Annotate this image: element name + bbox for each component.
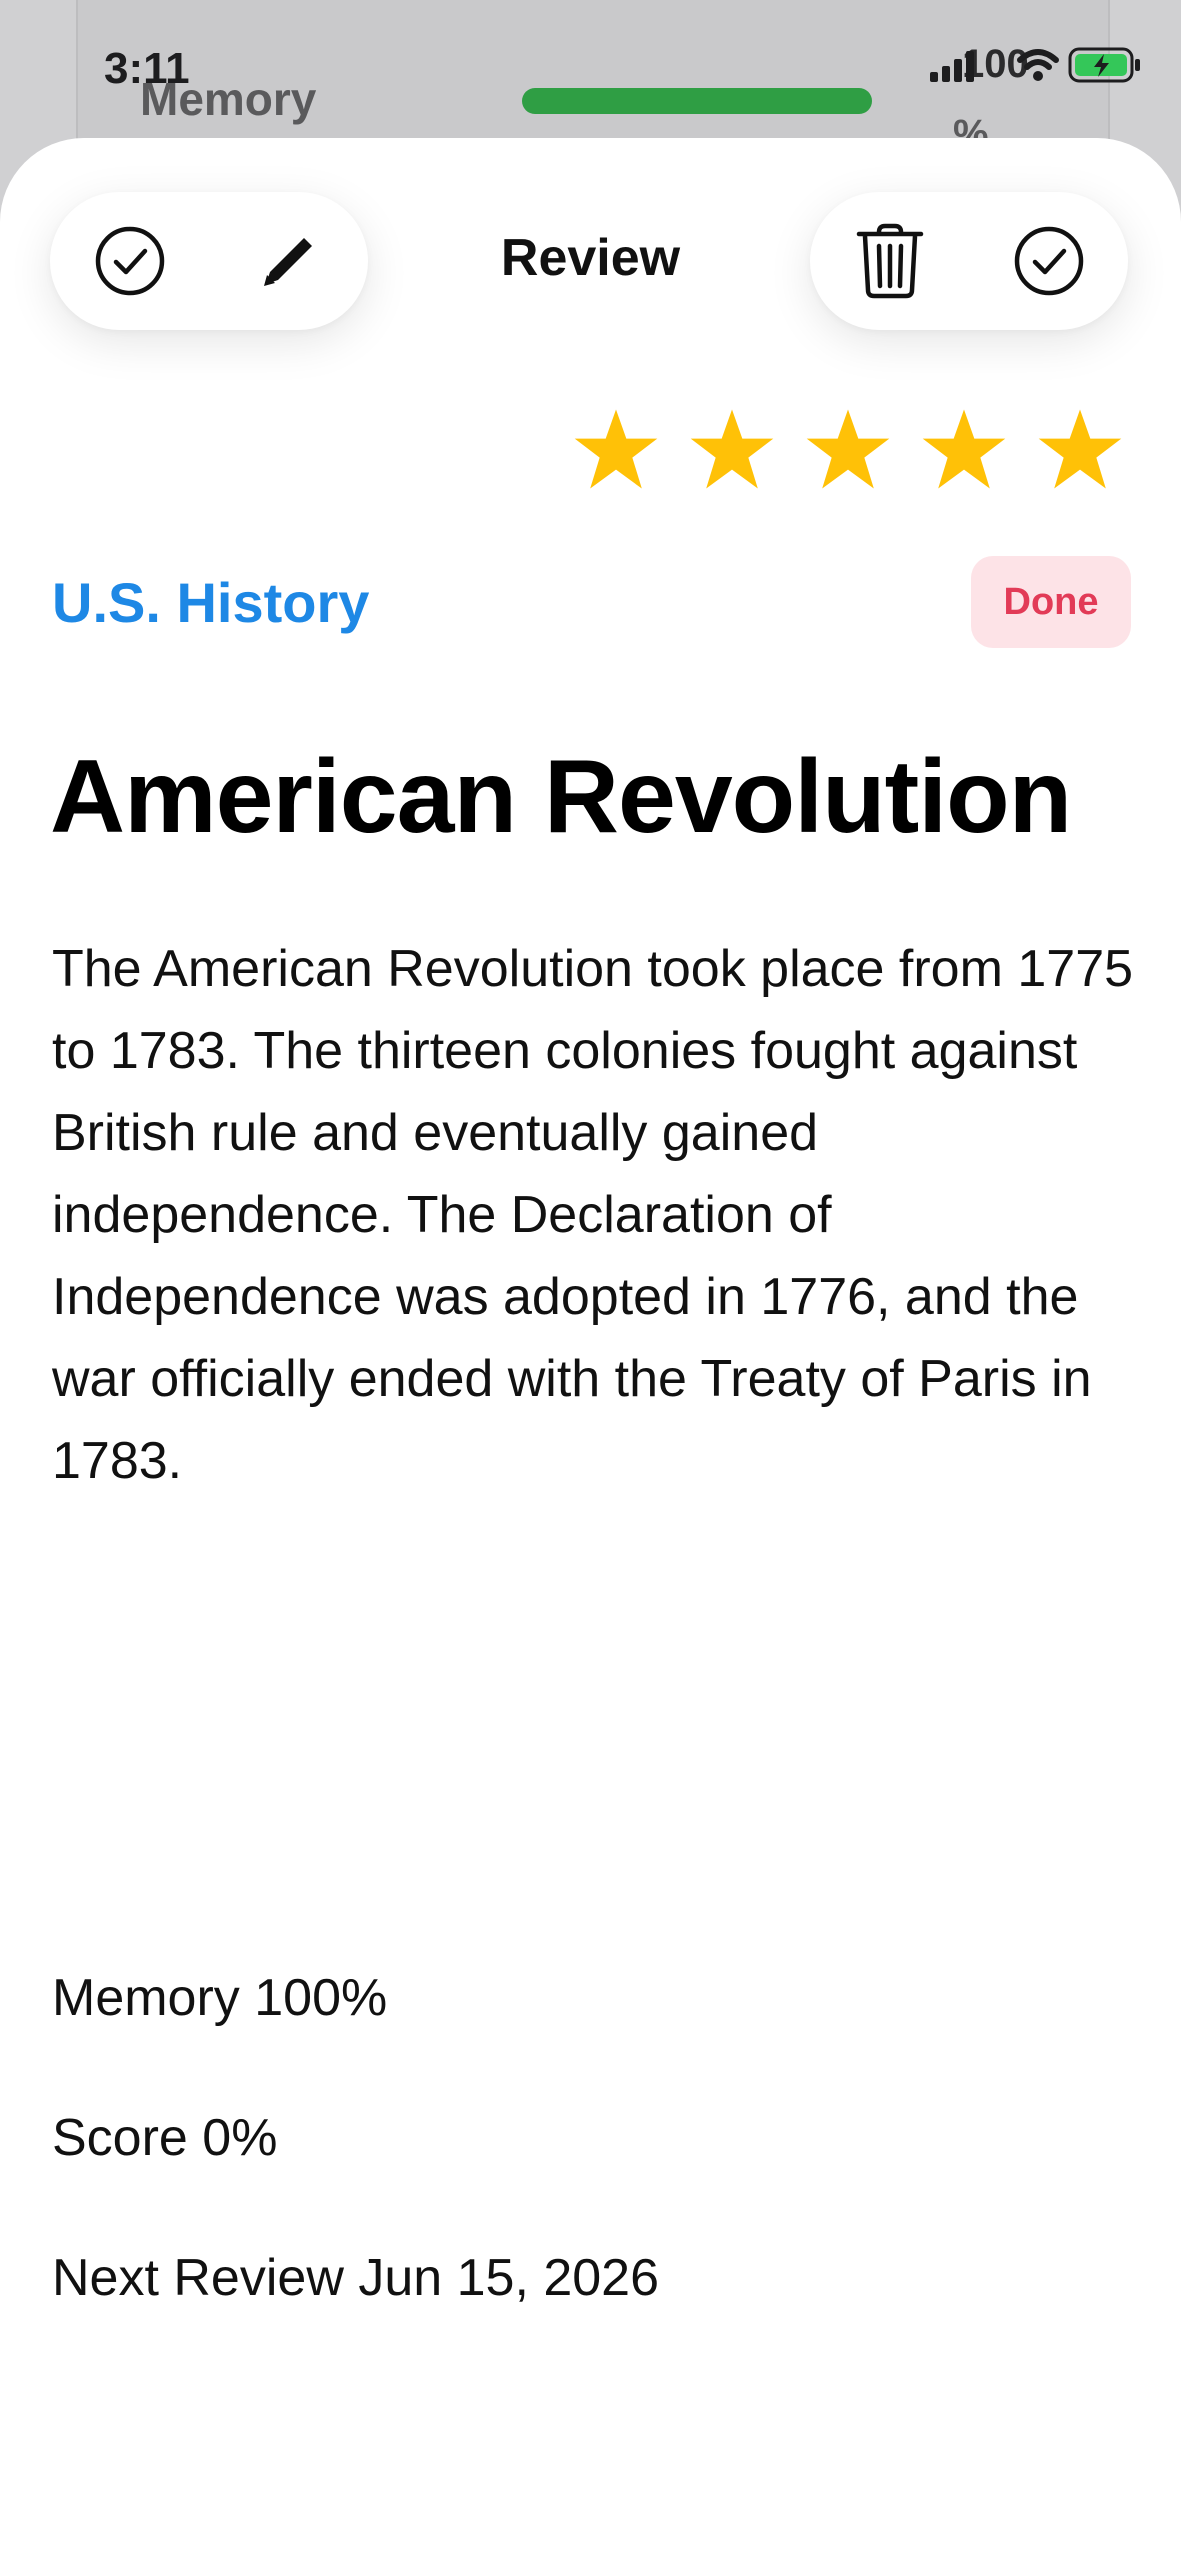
confirm-button[interactable] [994,206,1104,316]
status-icons [928,46,1142,84]
score-stat: Score 0% [52,2109,278,2167]
star-rating [573,406,1123,492]
check-circle-icon [1014,226,1083,296]
star-icon[interactable] [921,406,1007,492]
next-review-stat: Next Review Jun 15, 2026 [52,2249,660,2307]
review-sheet: Review U.S. History Done American Revolu… [0,138,1181,2560]
toolbar-right-group [810,192,1128,330]
delete-button[interactable] [835,206,945,316]
star-icon[interactable] [805,406,891,492]
status-badge[interactable]: Done [971,556,1131,648]
cellular-signal-icon [930,51,974,82]
star-icon[interactable] [689,406,775,492]
wifi-icon [1017,49,1059,81]
memory-stat: Memory 100% [52,1969,388,2027]
battery-icon [1068,47,1140,83]
card-title: American Revolution [50,739,1072,855]
star-icon[interactable] [1037,406,1123,492]
status-time: 3:11 [104,44,190,93]
live-activity-indicator [522,88,872,114]
card-body: The American Revolution took place from … [52,940,1134,1490]
category-label[interactable]: U.S. History [52,570,369,635]
trash-icon [856,223,923,299]
star-icon[interactable] [573,406,659,492]
